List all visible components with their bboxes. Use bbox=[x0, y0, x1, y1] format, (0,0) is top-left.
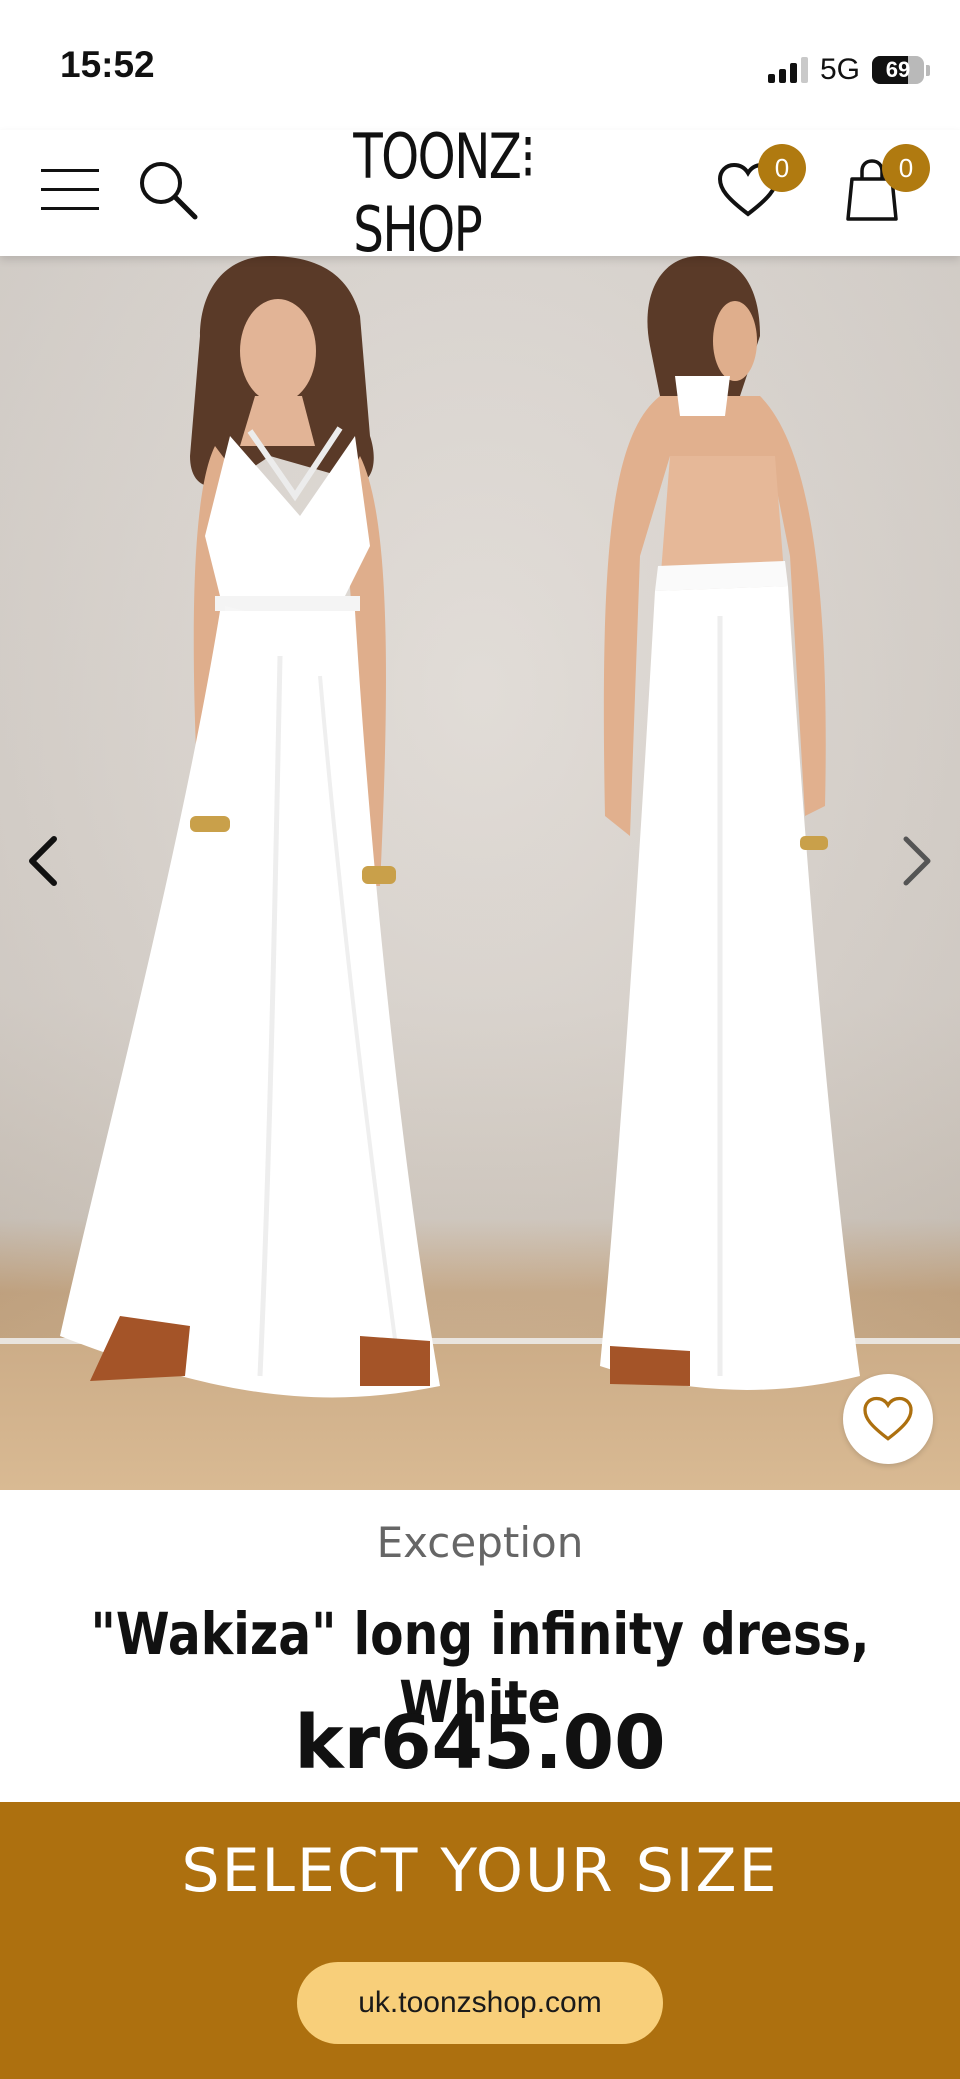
battery-level: 69 bbox=[885, 57, 911, 82]
product-image[interactable] bbox=[0, 256, 960, 1490]
chevron-left-icon bbox=[29, 836, 57, 886]
battery-icon: 69 bbox=[872, 56, 924, 84]
cart-count-badge: 0 bbox=[882, 144, 930, 192]
wishlist-button[interactable]: 0 bbox=[708, 144, 806, 230]
battery-cap bbox=[926, 64, 930, 76]
product-brand[interactable]: Exception bbox=[0, 1518, 960, 1567]
status-bar: 15:52 5G 69 bbox=[0, 0, 960, 130]
previous-image-button[interactable] bbox=[18, 826, 68, 896]
next-image-button[interactable] bbox=[892, 826, 942, 896]
signal-icon bbox=[767, 57, 808, 83]
search-icon bbox=[140, 162, 198, 220]
site-header: TOONZ⁝SHOP 0 0 bbox=[0, 120, 960, 266]
status-time: 15:52 bbox=[60, 44, 155, 85]
product-price: kr645.00 bbox=[294, 1700, 666, 1786]
site-logo[interactable]: TOONZ⁝SHOP bbox=[353, 120, 603, 266]
menu-button[interactable] bbox=[30, 150, 110, 230]
cart-button[interactable]: 0 bbox=[832, 144, 930, 230]
heart-icon bbox=[863, 1396, 913, 1441]
model-back-view bbox=[600, 256, 860, 1390]
network-type: 5G bbox=[819, 53, 860, 86]
product-page: 15:52 5G 69 TOONZ⁝SHOP 0 0 Exception "Wa… bbox=[0, 0, 960, 2079]
search-button[interactable] bbox=[128, 150, 208, 230]
chevron-right-icon bbox=[903, 836, 931, 886]
menu-icon bbox=[41, 169, 99, 210]
add-to-wishlist-button[interactable] bbox=[843, 1374, 933, 1464]
url-bar[interactable]: uk.toonzshop.com bbox=[297, 1962, 663, 2044]
select-size-button[interactable]: SELECT YOUR SIZE bbox=[0, 1836, 960, 1906]
model-front-view bbox=[60, 256, 440, 1398]
select-size-bar[interactable]: SELECT YOUR SIZE uk.toonzshop.com bbox=[0, 1802, 960, 2079]
status-indicators: 5G 69 bbox=[767, 50, 930, 90]
wishlist-count-badge: 0 bbox=[758, 144, 806, 192]
